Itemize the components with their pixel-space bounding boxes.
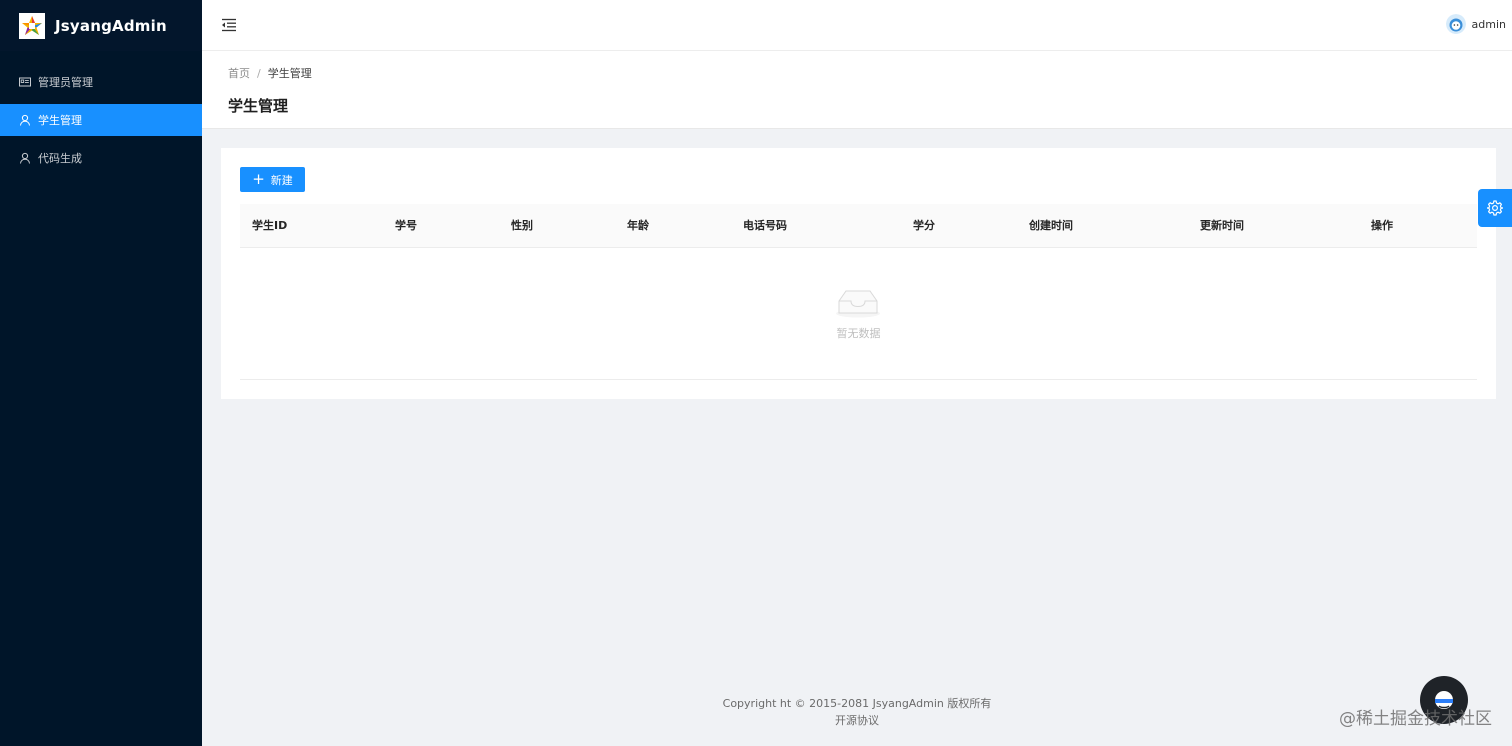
copyright-text: Copyright ht © 2015-2081 JsyangAdmin 版权所… <box>722 697 992 710</box>
breadcrumb-separator: / <box>257 66 261 80</box>
app-title: JsyangAdmin <box>55 16 167 35</box>
id-card-icon <box>19 76 31 88</box>
user-icon <box>19 152 31 164</box>
plus-icon: + <box>252 170 265 188</box>
empty-inbox-icon <box>836 290 880 318</box>
sidebar-logo[interactable]: JsyangAdmin <box>0 0 202 51</box>
settings-button[interactable] <box>1478 189 1512 227</box>
top-header: admin <box>202 0 1512 51</box>
new-button-label: 新建 <box>270 173 293 187</box>
watermark: @稀土掘金技术社区 <box>1339 709 1492 729</box>
avatar <box>1445 14 1466 34</box>
column-header-phone: 电话号码 <box>743 219 787 232</box>
menu-fold-icon[interactable] <box>221 17 237 33</box>
user-menu[interactable]: admin <box>1445 14 1506 34</box>
breadcrumb-current: 学生管理 <box>267 67 312 80</box>
column-header-updated-time: 更新时间 <box>1200 219 1244 232</box>
new-button[interactable]: + 新建 <box>240 167 305 192</box>
column-header-age: 年龄 <box>627 219 649 232</box>
content-card: + 新建 学生ID 学号 性别 年龄 电话号码 学分 创建时间 更新时间 操作 … <box>221 148 1496 399</box>
breadcrumb: 首页 / 学生管理 <box>228 65 312 81</box>
app-logo-icon <box>19 12 45 39</box>
sidebar-menu: 管理员管理 学生管理 代码生成 <box>0 66 202 174</box>
user-icon <box>19 114 31 126</box>
table-header: 学生ID 学号 性别 年龄 电话号码 学分 创建时间 更新时间 操作 <box>240 204 1477 248</box>
column-header-student-number: 学号 <box>395 219 417 232</box>
sidebar-item-admin-management[interactable]: 管理员管理 <box>0 66 202 98</box>
sidebar: JsyangAdmin 管理员管理 学生管理 代码生成 <box>0 0 202 746</box>
column-header-credits: 学分 <box>913 219 935 232</box>
sidebar-item-label: 代码生成 <box>38 152 82 165</box>
column-header-created-time: 创建时间 <box>1029 219 1073 232</box>
column-header-student-id: 学生ID <box>252 219 288 232</box>
sidebar-item-student-management[interactable]: 学生管理 <box>0 104 202 136</box>
footer: Copyright ht © 2015-2081 JsyangAdmin 版权所… <box>202 695 1512 729</box>
page-title: 学生管理 <box>228 97 289 115</box>
sidebar-item-label: 学生管理 <box>38 114 82 127</box>
table-empty: 暂无数据 <box>240 248 1477 380</box>
username: admin <box>1471 17 1506 31</box>
gear-icon <box>1487 200 1503 216</box>
breadcrumb-home[interactable]: 首页 <box>228 65 250 81</box>
license-link[interactable]: 开源协议 <box>202 712 1512 729</box>
empty-text: 暂无数据 <box>836 327 881 340</box>
page-header: 首页 / 学生管理 学生管理 <box>202 51 1512 129</box>
column-header-actions: 操作 <box>1371 219 1393 232</box>
sidebar-item-code-generation[interactable]: 代码生成 <box>0 142 202 174</box>
column-header-gender: 性别 <box>511 219 533 232</box>
sidebar-item-label: 管理员管理 <box>38 76 93 89</box>
